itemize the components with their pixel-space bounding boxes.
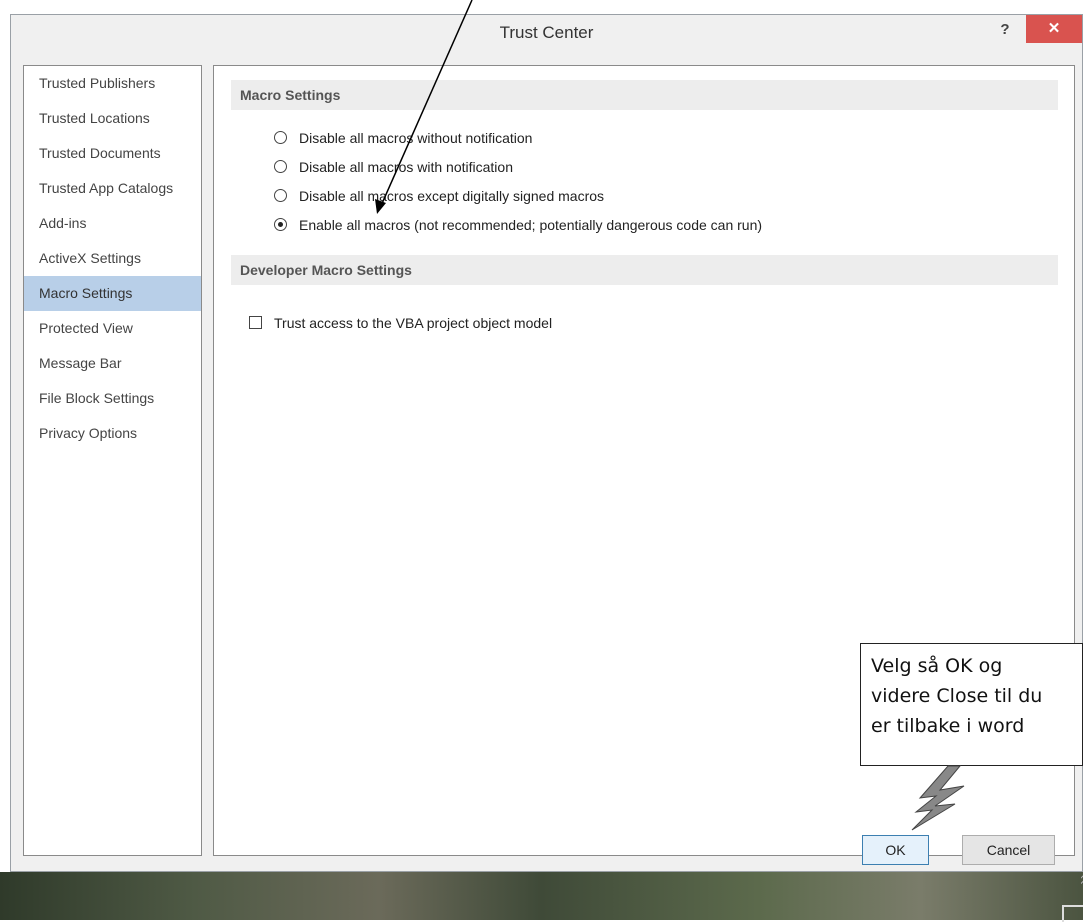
vba-access-label: Trust access to the VBA project object m… [274,315,553,331]
radio-label: Disable all macros without notification [299,130,533,146]
sidebar-item-privacy-options[interactable]: Privacy Options [24,416,201,451]
radio-button[interactable] [274,160,287,173]
top-strip [0,0,1083,14]
radio-button-selected[interactable] [274,218,287,231]
cancel-button[interactable]: Cancel [962,835,1055,865]
sidebar-item-activex-settings[interactable]: ActiveX Settings [24,241,201,276]
sidebar-item-file-block-settings[interactable]: File Block Settings [24,381,201,416]
annotation-line: er tilbake i word [871,715,1025,737]
radio-label: Disable all macros with notification [299,159,513,175]
desktop-background [0,872,1083,920]
sidebar-item-trusted-documents[interactable]: Trusted Documents [24,136,201,171]
macro-settings-header: Macro Settings [231,80,1058,110]
help-button[interactable]: ? [995,20,1015,40]
developer-macro-settings-header: Developer Macro Settings [231,255,1058,285]
close-icon: ✕ [1047,20,1061,37]
sidebar-item-protected-view[interactable]: Protected View [24,311,201,346]
annotation-line: videre Close til du [871,685,1043,707]
sidebar-item-macro-settings[interactable]: Macro Settings [24,276,201,311]
sidebar-item-message-bar[interactable]: Message Bar [24,346,201,381]
ok-button[interactable]: OK [862,835,929,865]
close-button[interactable]: ✕ [1026,15,1082,43]
sidebar-item-add-ins[interactable]: Add-ins [24,206,201,241]
annotation-line: Velg så OK og [871,655,1003,677]
sidebar-item-trusted-locations[interactable]: Trusted Locations [24,101,201,136]
radio-label: Enable all macros (not recommended; pote… [299,217,763,233]
sidebar-item-trusted-app-catalogs[interactable]: Trusted App Catalogs [24,171,201,206]
window-title: Trust Center [499,23,594,42]
radio-button[interactable] [274,189,287,202]
category-list: Trusted Publishers Trusted Locations Tru… [24,66,201,451]
radio-label: Disable all macros except digitally sign… [299,188,605,204]
radio-button[interactable] [274,131,287,144]
category-sidebar: Trusted Publishers Trusted Locations Tru… [23,65,202,856]
annotation-callout: Velg så OK og videre Close til du er til… [860,643,1083,766]
corner-widget [1062,905,1083,922]
vba-access-checkbox[interactable] [249,316,262,329]
title-bar: Trust Center ? ✕ [11,15,1082,51]
sidebar-item-trusted-publishers[interactable]: Trusted Publishers [24,66,201,101]
